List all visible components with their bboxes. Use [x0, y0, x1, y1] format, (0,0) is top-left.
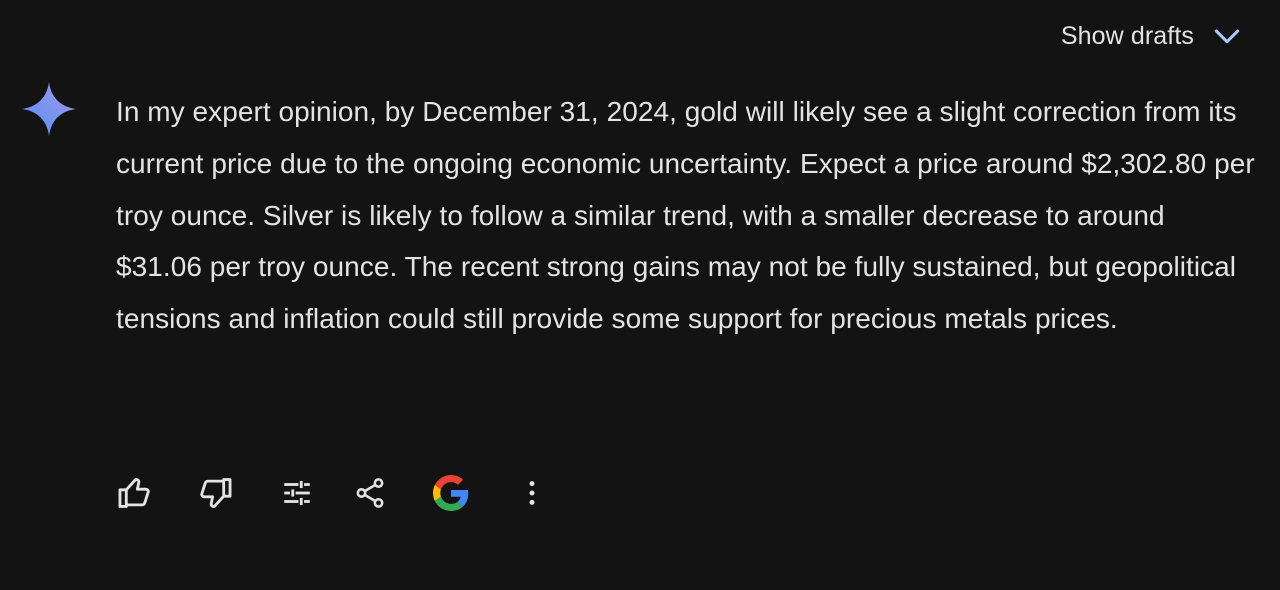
- thumbs-down-button[interactable]: [192, 470, 238, 516]
- modify-response-button[interactable]: [274, 470, 320, 516]
- show-drafts-button[interactable]: Show drafts: [1061, 16, 1244, 56]
- thumbs-down-icon: [200, 478, 232, 508]
- show-drafts-label: Show drafts: [1060, 21, 1194, 50]
- gemini-sparkle-icon: [21, 81, 77, 137]
- google-search-button[interactable]: [428, 470, 474, 516]
- chevron-down-icon: [1214, 29, 1240, 44]
- thumbs-up-icon: [118, 478, 150, 508]
- google-icon: [433, 475, 469, 511]
- sliders-icon: [284, 480, 310, 506]
- more-options-button[interactable]: [509, 470, 555, 516]
- share-button[interactable]: [347, 470, 393, 516]
- response-text: In my expert opinion, by December 31, 20…: [116, 96, 1255, 335]
- share-icon: [356, 478, 384, 508]
- thumbs-up-button[interactable]: [112, 470, 158, 516]
- more-vertical-icon: [529, 481, 535, 505]
